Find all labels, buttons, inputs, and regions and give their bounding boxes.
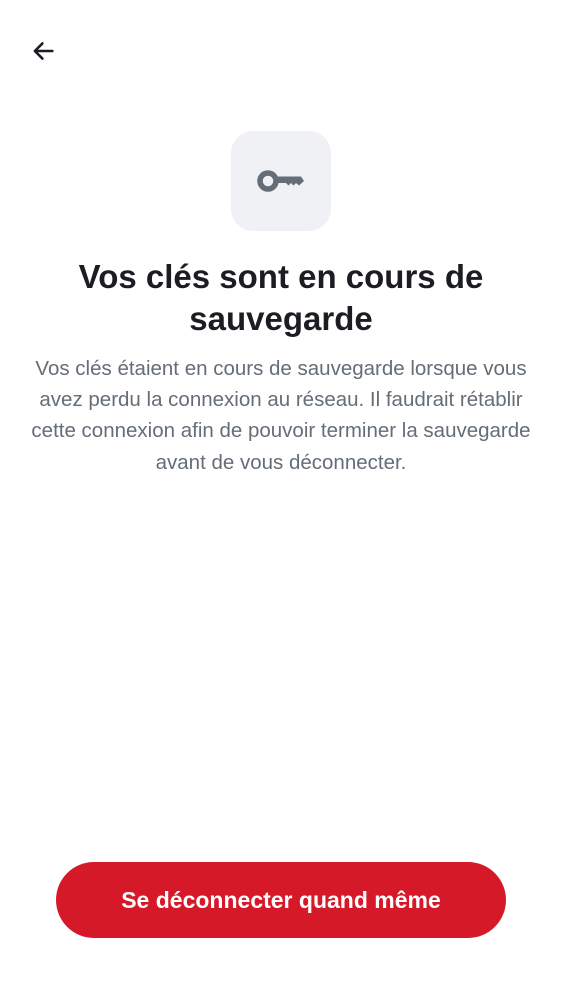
page-title: Vos clés sont en cours de sauvegarde — [78, 258, 484, 337]
key-icon-tile — [231, 131, 331, 231]
arrow-left-icon — [33, 42, 54, 60]
signout-anyway-button[interactable]: Se déconnecter quand même — [56, 862, 506, 938]
key-backup-signout-screen: Vos clés sont en cours de sauvegarde Vos… — [0, 0, 562, 1000]
description-text: Vos clés étaient en cours de sauvegarde … — [31, 357, 531, 474]
signout-button-label: Se déconnecter quand même — [121, 886, 441, 913]
back-button[interactable] — [22, 30, 64, 72]
key-icon — [257, 170, 304, 192]
